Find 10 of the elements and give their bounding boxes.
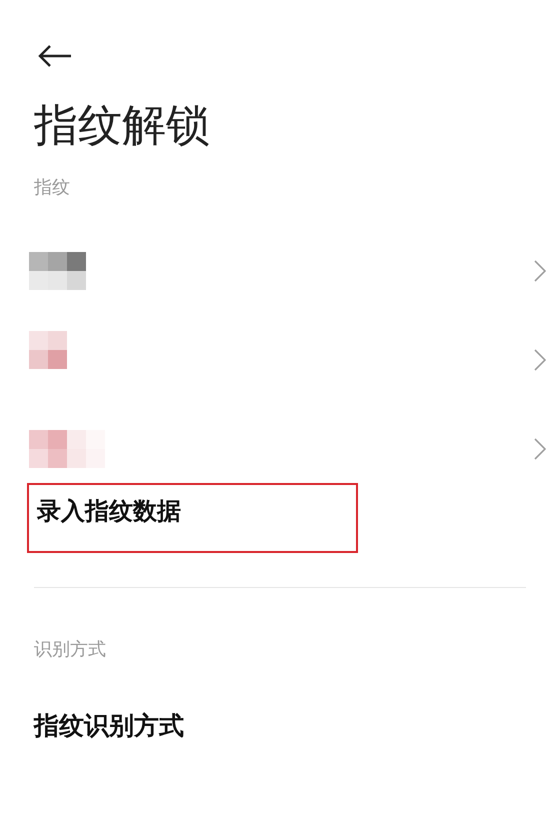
section-header: 识别方式: [34, 638, 106, 662]
recognition-mode-item[interactable]: 指纹识别方式: [34, 707, 184, 744]
chevron-right-icon: [534, 438, 546, 460]
chevron-right-icon: [534, 260, 546, 282]
enroll-fingerprint-button[interactable]: 录入指纹数据: [27, 483, 358, 553]
page-title: 指纹解锁: [34, 99, 210, 153]
redacted-name-drawing: [29, 252, 86, 290]
chevron-right-icon: [534, 348, 546, 370]
back-arrow-icon[interactable]: [38, 44, 72, 68]
section-header: 指纹: [34, 176, 70, 200]
